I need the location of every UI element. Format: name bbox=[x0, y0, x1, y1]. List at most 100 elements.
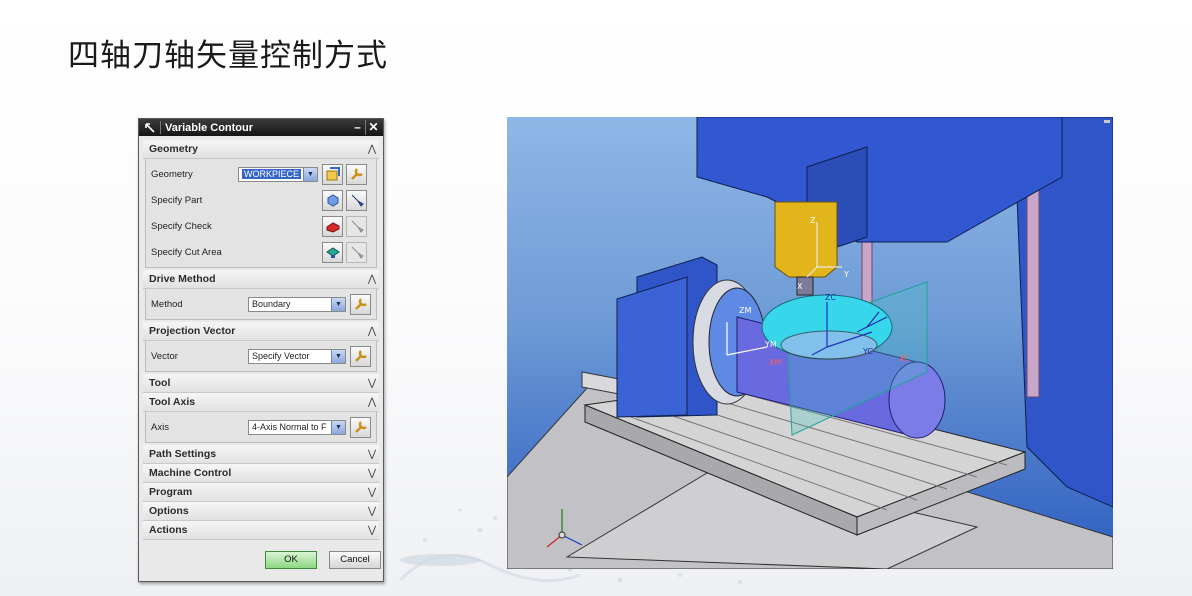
ok-button[interactable]: OK bbox=[265, 551, 317, 569]
section-tool-axis-body: Axis 4-Axis Normal to F ▼ bbox=[145, 412, 377, 443]
part-icon bbox=[327, 194, 338, 207]
dialog-app-icon bbox=[143, 121, 157, 135]
wrench-icon bbox=[350, 168, 363, 180]
chevron-up-icon[interactable]: ⋀ bbox=[365, 326, 379, 337]
variable-contour-dialog: Variable Contour – ✕ Geometry ⋀ Geometry… bbox=[138, 118, 384, 582]
display-part-button[interactable] bbox=[346, 189, 367, 211]
check-geometry-icon bbox=[326, 222, 339, 233]
wrench-icon bbox=[354, 298, 367, 310]
axis-label-xm: XM bbox=[769, 358, 781, 367]
dropdown-arrow-icon[interactable]: ▼ bbox=[331, 349, 345, 363]
chevron-down-icon[interactable]: ⋁ bbox=[365, 378, 379, 389]
flashlight-disabled-icon bbox=[351, 220, 364, 233]
display-check-button[interactable] bbox=[346, 215, 367, 237]
section-tool-axis-header[interactable]: Tool Axis ⋀ bbox=[143, 393, 379, 412]
dropdown-arrow-icon[interactable]: ▼ bbox=[331, 297, 345, 311]
minimize-button[interactable]: – bbox=[350, 120, 365, 135]
section-projection-vector-header[interactable]: Projection Vector ⋀ bbox=[143, 322, 379, 341]
section-geometry-label: Geometry bbox=[149, 143, 199, 155]
section-options-header[interactable]: Options ⋁ bbox=[143, 502, 379, 521]
section-tool-header[interactable]: Tool ⋁ bbox=[143, 374, 379, 393]
edit-projection-vector-button[interactable] bbox=[350, 345, 371, 367]
dialog-footer: OK Cancel bbox=[139, 549, 383, 573]
spindle-head bbox=[696, 117, 1063, 243]
chevron-up-icon[interactable]: ⋀ bbox=[365, 274, 379, 285]
flashlight-icon bbox=[351, 194, 364, 207]
section-geometry-header[interactable]: Geometry ⋀ bbox=[143, 140, 379, 159]
dropdown-arrow-icon[interactable]: ▼ bbox=[303, 167, 317, 181]
section-projection-vector-body: Vector Specify Vector ▼ bbox=[145, 341, 377, 372]
section-geometry-body: Geometry WORKPIECE ▼ Specify Part Specif… bbox=[145, 159, 377, 268]
axis-label-x: X bbox=[797, 282, 803, 291]
edit-drive-method-button[interactable] bbox=[350, 293, 371, 315]
section-projection-vector-label: Projection Vector bbox=[149, 325, 236, 337]
axis-label-xc: XC bbox=[899, 354, 910, 363]
axis-select[interactable]: 4-Axis Normal to F ▼ bbox=[248, 419, 346, 435]
close-button[interactable]: ✕ bbox=[365, 120, 381, 135]
section-path-settings-label: Path Settings bbox=[149, 448, 217, 460]
axis-label-yc: YC bbox=[862, 347, 873, 356]
chevron-up-icon[interactable]: ⋀ bbox=[365, 144, 379, 155]
titlebar-separator bbox=[160, 121, 161, 134]
cut-area-icon bbox=[325, 247, 340, 258]
axis-label: Axis bbox=[151, 421, 169, 433]
chevron-up-icon[interactable]: ⋀ bbox=[365, 397, 379, 408]
cancel-button[interactable]: Cancel bbox=[329, 551, 381, 569]
section-drive-method-label: Drive Method bbox=[149, 273, 216, 285]
section-tool-label: Tool bbox=[149, 377, 171, 389]
method-select-value: Boundary bbox=[252, 298, 291, 309]
chevron-down-icon[interactable]: ⋁ bbox=[365, 506, 379, 517]
geometry-select-value: WORKPIECE bbox=[242, 168, 302, 179]
axis-label-z: Z bbox=[810, 216, 816, 225]
specify-check-label: Specify Check bbox=[151, 220, 212, 232]
section-options-label: Options bbox=[149, 505, 189, 517]
axis-label-y: Y bbox=[843, 270, 849, 279]
new-geometry-button[interactable] bbox=[322, 163, 343, 185]
chevron-down-icon[interactable]: ⋁ bbox=[365, 487, 379, 498]
machine-scene: Z Y X YM XM ZM ZC YC XC bbox=[507, 117, 1113, 569]
axis-label-ym: YM bbox=[764, 340, 777, 349]
section-program-header[interactable]: Program ⋁ bbox=[143, 483, 379, 502]
section-actions-header[interactable]: Actions ⋁ bbox=[143, 521, 379, 540]
specify-part-label: Specify Part bbox=[151, 194, 203, 206]
method-label: Method bbox=[151, 298, 183, 310]
section-machine-control-header[interactable]: Machine Control ⋁ bbox=[143, 464, 379, 483]
dropdown-arrow-icon[interactable]: ▼ bbox=[331, 420, 345, 434]
axis-select-value: 4-Axis Normal to F bbox=[252, 421, 327, 432]
axis-label-zc: ZC bbox=[825, 293, 836, 302]
chevron-down-icon[interactable]: ⋁ bbox=[365, 468, 379, 479]
section-tool-axis-label: Tool Axis bbox=[149, 396, 196, 408]
wrench-icon bbox=[354, 350, 367, 362]
section-machine-control-label: Machine Control bbox=[149, 467, 232, 479]
section-actions-label: Actions bbox=[149, 524, 188, 536]
chevron-down-icon[interactable]: ⋁ bbox=[365, 449, 379, 460]
display-cut-area-button[interactable] bbox=[346, 241, 367, 263]
edit-tool-axis-button[interactable] bbox=[350, 416, 371, 438]
specify-cut-area-label: Specify Cut Area bbox=[151, 246, 222, 258]
new-geometry-icon bbox=[326, 167, 340, 181]
dialog-titlebar[interactable]: Variable Contour – ✕ bbox=[139, 119, 383, 136]
vector-label: Vector bbox=[151, 350, 178, 362]
cad-3d-viewport[interactable]: Z Y X YM XM ZM ZC YC XC bbox=[507, 117, 1113, 569]
edit-geometry-button[interactable] bbox=[346, 163, 367, 185]
wrench-icon bbox=[354, 421, 367, 433]
specify-check-button[interactable] bbox=[322, 215, 343, 237]
axis-label-zm: ZM bbox=[739, 306, 751, 315]
dialog-title: Variable Contour bbox=[165, 121, 254, 134]
section-drive-method-header[interactable]: Drive Method ⋀ bbox=[143, 270, 379, 289]
chevron-down-icon[interactable]: ⋁ bbox=[365, 525, 379, 536]
flashlight-disabled-icon bbox=[351, 246, 364, 259]
slide-title: 四轴刀轴矢量控制方式 bbox=[68, 38, 388, 74]
vector-select-value: Specify Vector bbox=[252, 350, 310, 361]
vector-select[interactable]: Specify Vector ▼ bbox=[248, 348, 346, 364]
section-drive-method-body: Method Boundary ▼ bbox=[145, 289, 377, 320]
method-select[interactable]: Boundary ▼ bbox=[248, 296, 346, 312]
specify-cut-area-button[interactable] bbox=[322, 241, 343, 263]
spindle bbox=[774, 201, 838, 278]
geometry-select[interactable]: WORKPIECE ▼ bbox=[238, 166, 318, 182]
section-path-settings-header[interactable]: Path Settings ⋁ bbox=[143, 445, 379, 464]
specify-part-button[interactable] bbox=[322, 189, 343, 211]
viewport-corner-handle[interactable] bbox=[1104, 120, 1110, 123]
geometry-label: Geometry bbox=[151, 168, 193, 180]
column-rail bbox=[1026, 186, 1040, 398]
